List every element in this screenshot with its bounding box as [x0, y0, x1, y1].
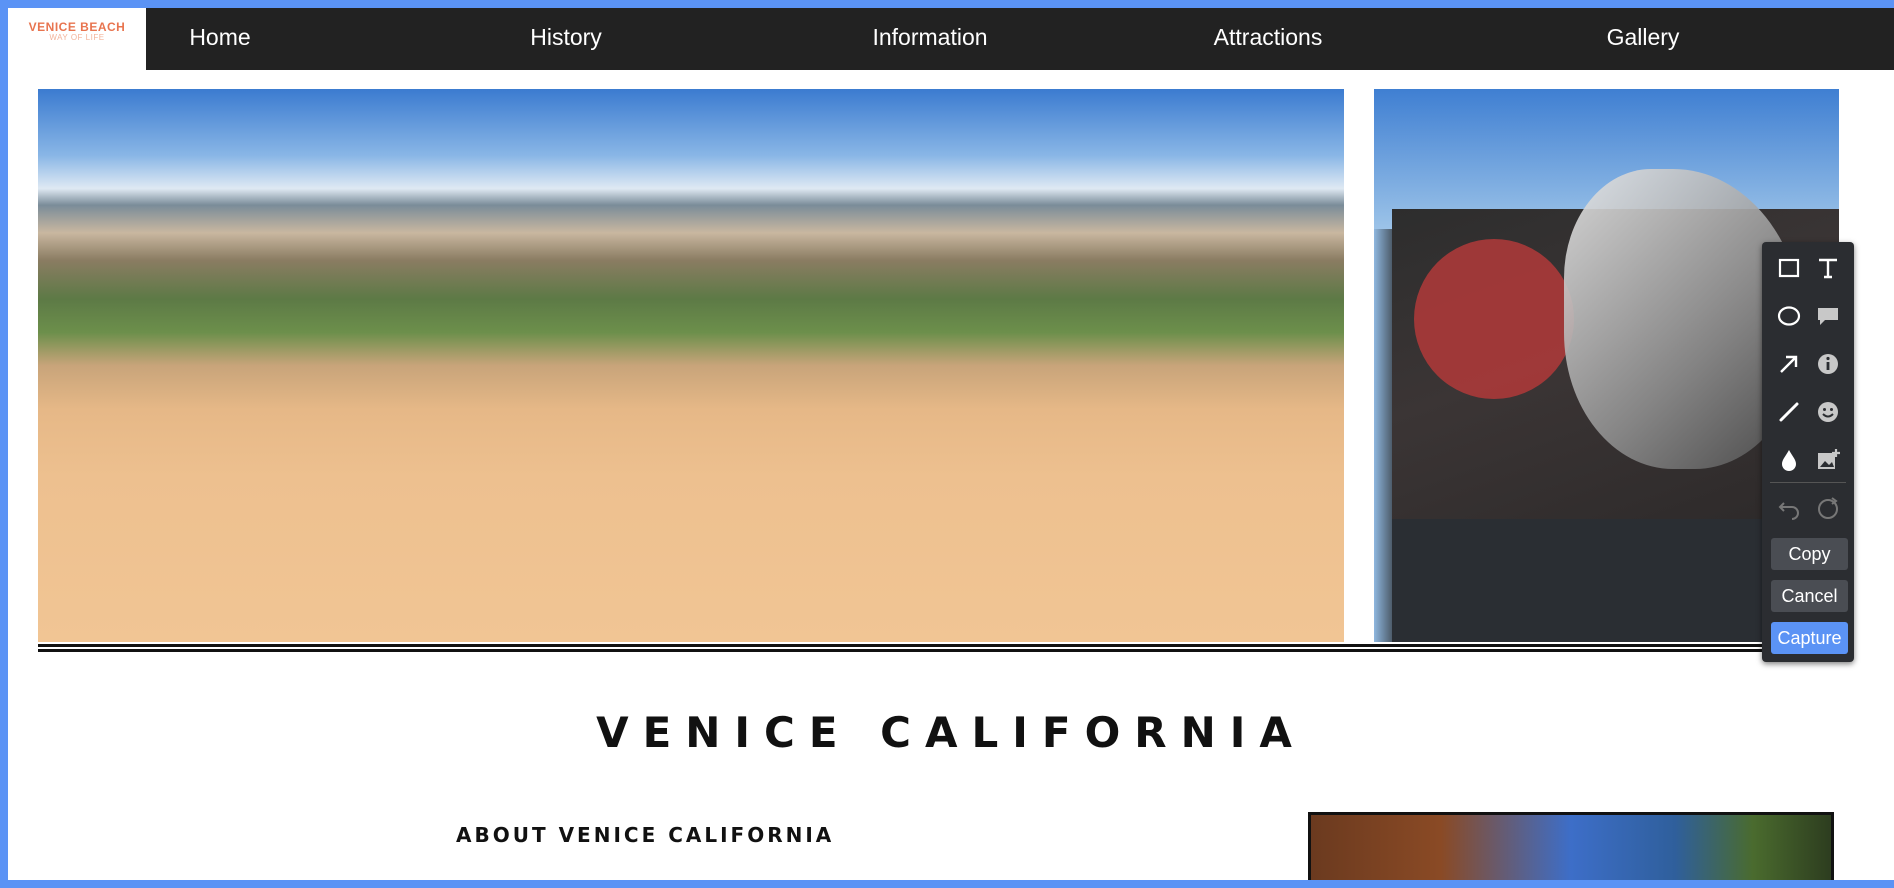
text-icon[interactable] [1810, 250, 1846, 286]
arrow-icon[interactable] [1771, 346, 1807, 382]
redo-icon[interactable] [1810, 490, 1846, 526]
top-navigation: VENICE BEACH WAY OF LIFE Home History In… [8, 8, 1894, 70]
nav-item-information[interactable]: Information [872, 24, 987, 51]
undo-icon[interactable] [1771, 490, 1807, 526]
section-heading: ABOUT VENICE CALIFORNIA [456, 823, 835, 847]
annotation-toolbar: Copy Cancel Capture [1762, 242, 1854, 662]
logo-tagline: WAY OF LIFE [49, 33, 105, 42]
browser-viewport: VENICE BEACH WAY OF LIFE Home History In… [8, 8, 1894, 880]
logo-title: VENICE BEACH [28, 20, 126, 34]
page-title: VENICE CALIFORNIA [596, 708, 1306, 757]
copy-button[interactable]: Copy [1771, 538, 1848, 570]
add-image-icon[interactable] [1810, 442, 1846, 478]
emoji-icon[interactable] [1810, 394, 1846, 430]
capture-button[interactable]: Capture [1771, 622, 1848, 654]
section-photo [1308, 812, 1834, 880]
nav-item-attractions[interactable]: Attractions [1214, 24, 1323, 51]
rectangle-icon[interactable] [1771, 250, 1807, 286]
nav-item-gallery[interactable]: Gallery [1607, 24, 1680, 51]
info-icon[interactable] [1810, 346, 1846, 382]
pencil-icon[interactable] [1771, 394, 1807, 430]
nav-item-history[interactable]: History [530, 24, 602, 51]
divider-line [38, 644, 1824, 647]
ellipse-icon[interactable] [1771, 298, 1807, 334]
comment-icon[interactable] [1810, 298, 1846, 334]
divider-line [38, 649, 1824, 652]
cancel-button[interactable]: Cancel [1771, 580, 1848, 612]
hero-beach-photo [38, 89, 1344, 642]
toolbar-separator [1770, 482, 1846, 483]
nav-item-home[interactable]: Home [189, 24, 250, 51]
blur-drop-icon[interactable] [1771, 442, 1807, 478]
site-logo[interactable]: VENICE BEACH WAY OF LIFE [8, 8, 146, 70]
